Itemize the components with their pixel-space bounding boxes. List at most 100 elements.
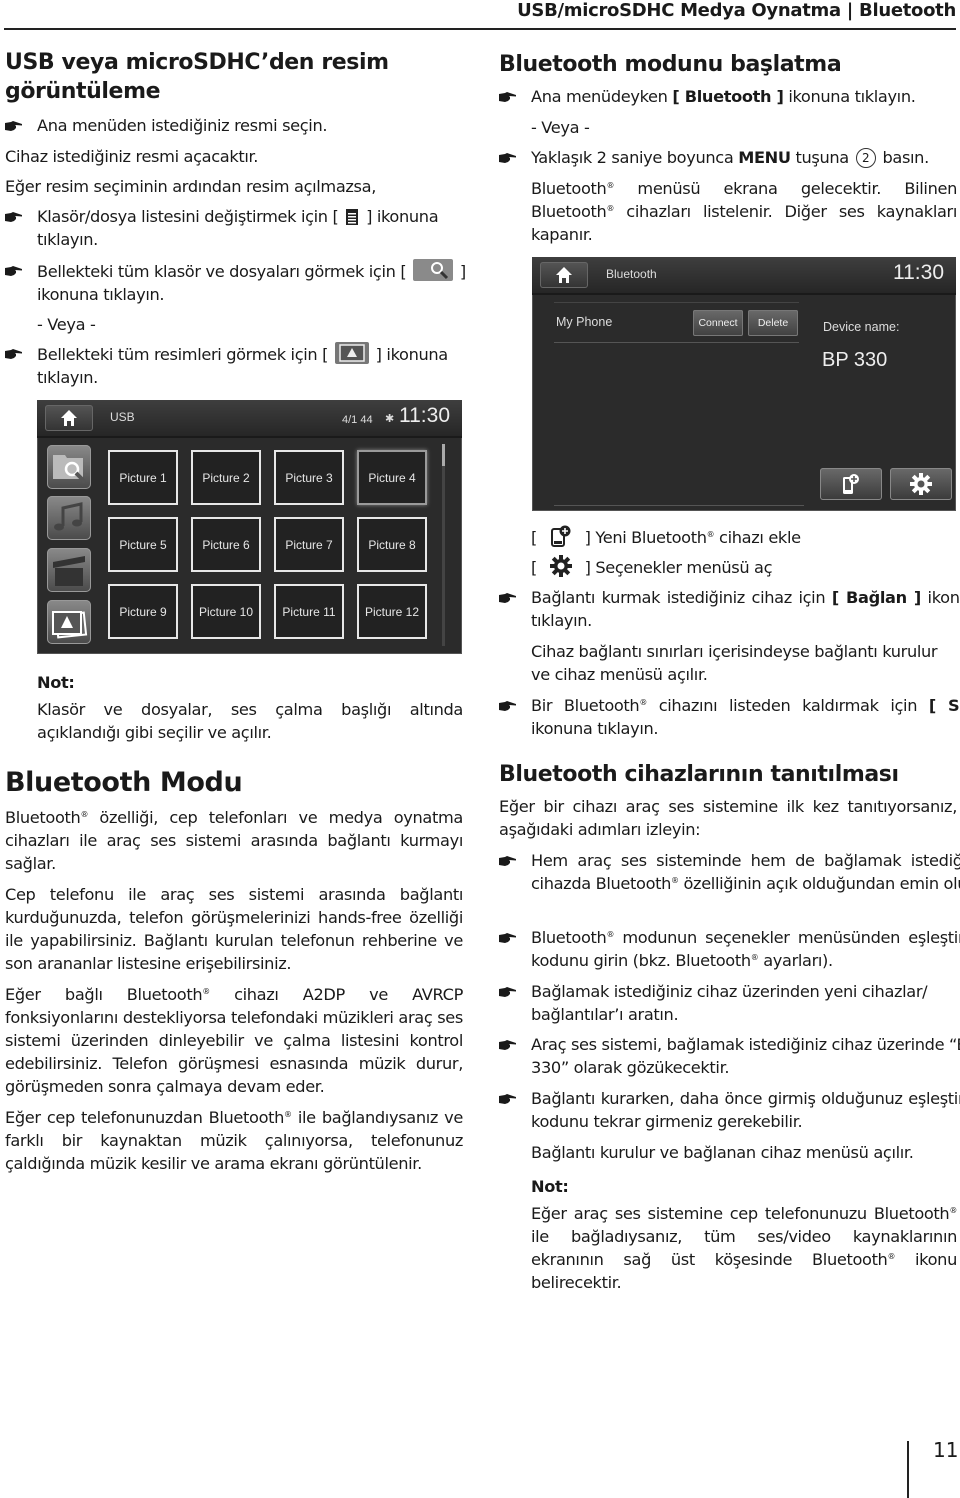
folder-search-icon xyxy=(53,455,87,484)
add-phone-icon xyxy=(843,474,859,494)
pointing-hand-icon xyxy=(499,1094,517,1104)
text: cihazı ekle xyxy=(714,528,801,547)
connect-button[interactable]: Connect xyxy=(693,310,743,336)
step-connect: Bağlantı kurmak istediğiniz cihaz için [… xyxy=(499,586,960,632)
paired-device-name[interactable]: My Phone xyxy=(556,315,612,329)
picture-thumbnail[interactable]: Picture 12 xyxy=(357,584,427,639)
text: ikonuna tıklayın. xyxy=(531,719,659,738)
scrollbar-track[interactable] xyxy=(442,466,445,646)
pictures-button[interactable] xyxy=(47,600,91,644)
text: Bir Bluetooth xyxy=(531,696,640,715)
heading-line: USB veya microSDHC’den resim xyxy=(5,50,389,75)
text: Bluetooth xyxy=(531,928,607,947)
add-phone-icon xyxy=(550,525,571,547)
pointing-hand-icon xyxy=(5,121,23,131)
text: Ana menüdeyken xyxy=(531,87,673,106)
delete-button-ref: [ Sil ] xyxy=(928,696,960,715)
clock: 11:30 xyxy=(893,261,944,284)
paragraph: Bluetooth® özelliği, cep telefonları ve … xyxy=(5,806,463,875)
paragraph: Eğer bağlı Bluetooth® cihazı A2DP ve AVR… xyxy=(5,983,463,1098)
pointing-hand-icon xyxy=(499,1040,517,1050)
picture-thumbnail[interactable]: Picture 5 xyxy=(108,517,178,572)
paragraph: Eğer bir cihazı araç ses sistemine ilk k… xyxy=(499,797,957,839)
picture-thumbnail[interactable]: Picture 9 xyxy=(108,584,178,639)
registered-mark: ® xyxy=(671,876,679,885)
video-button[interactable] xyxy=(47,548,91,592)
connect-button-ref: [ Bağlan ] xyxy=(831,588,921,607)
paragraph: Bağlantı kurulur ve bağlanan cihaz menüs… xyxy=(531,1143,914,1162)
step-text: ] ikonuna xyxy=(375,345,449,364)
delete-button[interactable]: Delete xyxy=(748,310,798,336)
picture-thumbnail[interactable]: Picture 7 xyxy=(274,517,344,572)
step-folder-list: Klasör/dosya listesini değiştirmek için … xyxy=(5,205,495,251)
folder-search-button[interactable] xyxy=(47,445,91,489)
note-text: Eğer araç ses sistemine cep telefonunuzu… xyxy=(531,1202,957,1294)
registered-mark: ® xyxy=(639,698,648,707)
pointing-hand-icon xyxy=(499,933,517,943)
or-separator: - Veya - xyxy=(531,118,590,137)
bluetooth-menu-screenshot: Bluetooth 11:30 My Phone Connect Delete … xyxy=(532,257,956,511)
step-text: Klasör/dosya listesini değiştirmek için … xyxy=(37,207,339,226)
home-button[interactable] xyxy=(540,262,588,288)
file-list-icon[interactable] xyxy=(345,208,359,226)
paragraph: Cihaz bağlantı sınırları içerisindeyse b… xyxy=(531,642,938,684)
device-name-value: BP 330 xyxy=(822,349,888,371)
paragraph: Cep telefonu ile araç ses sistemi arasın… xyxy=(5,885,463,973)
folder-search-icon[interactable] xyxy=(413,259,454,281)
picture-thumbnail[interactable]: Picture 1 xyxy=(108,450,178,505)
step-bluetooth-icon: Ana menüdeyken [ Bluetooth ] ikonuna tık… xyxy=(499,85,960,108)
step-text: Bellekteki tüm klasör ve dosyaları görme… xyxy=(37,262,407,281)
scrollbar-thumb[interactable] xyxy=(442,444,445,466)
picture-thumbnail[interactable]: Picture 6 xyxy=(191,517,261,572)
music-button[interactable] xyxy=(47,496,91,540)
picture-thumbnail[interactable]: Picture 11 xyxy=(274,584,344,639)
text: Bağlantı kurmak istediğiniz cihaz için xyxy=(531,588,832,607)
picture-thumbnail[interactable]: Picture 3 xyxy=(274,450,344,505)
registered-mark: ® xyxy=(284,1110,292,1119)
registered-mark: ® xyxy=(80,810,89,819)
registered-mark: ® xyxy=(202,987,210,996)
add-device-button[interactable] xyxy=(820,468,882,500)
step-select-picture: Ana menüden istediğiniz resmi seçin. xyxy=(5,114,495,137)
step-text: Ana menüden istediğiniz resmi seçin. xyxy=(37,116,328,135)
running-header: USB/microSDHC Medya Oynatma | Bluetooth xyxy=(517,0,956,21)
pointing-hand-icon xyxy=(499,856,517,866)
pictures-icon[interactable] xyxy=(334,342,369,364)
step-text: ] xyxy=(459,262,466,281)
list-divider xyxy=(554,342,799,343)
registered-mark: ® xyxy=(606,930,615,939)
pictures-icon xyxy=(52,611,88,639)
section-heading-pairing: Bluetooth cihazlarının tanıtılması xyxy=(499,762,899,787)
step-all-pictures: Bellekteki tüm resimleri görmek için [ ]… xyxy=(5,342,495,389)
pointing-hand-icon xyxy=(5,266,23,276)
options-button[interactable] xyxy=(890,468,952,500)
text: Bluetooth xyxy=(5,808,81,827)
paragraph: Eğer cep telefonunuzdan Bluetooth® ile b… xyxy=(5,1106,463,1175)
picture-thumbnail[interactable]: Picture 10 xyxy=(191,584,261,639)
legend-add-device: [ ] Yeni Bluetooth® cihazı ekle xyxy=(531,525,801,549)
step-text: tıklayın. xyxy=(37,230,98,249)
registered-mark: ® xyxy=(887,1252,896,1261)
text: Araç ses sistemi, bağlamak istediğiniz c… xyxy=(531,1035,960,1077)
paragraph: Cihaz istediğiniz resmi açacaktır. xyxy=(5,147,259,166)
pairing-step: Hem araç ses sisteminde hem de bağlamak … xyxy=(499,849,960,895)
bluetooth-button-ref: [ Bluetooth ] xyxy=(672,87,784,106)
picture-thumbnail[interactable]: Picture 4 xyxy=(357,450,427,505)
picture-thumbnail[interactable]: Picture 8 xyxy=(357,517,427,572)
text: Eğer bağlı Bluetooth xyxy=(5,985,203,1004)
section-heading-bluetooth-mode: Bluetooth Modu xyxy=(5,767,243,798)
text: Bağlamak istediğiniz cihaz üzerinden yen… xyxy=(531,982,928,1024)
video-clapper-icon xyxy=(53,556,85,586)
home-button[interactable] xyxy=(45,405,93,431)
step-delete: Bir Bluetooth® cihazını listeden kaldırm… xyxy=(499,694,960,740)
picture-thumbnail[interactable]: Picture 2 xyxy=(191,450,261,505)
page-number-rule xyxy=(907,1441,909,1498)
note-label: Not: xyxy=(37,673,75,692)
text: ile bağladıysanız, tüm ses/video kaynakl… xyxy=(531,1227,957,1269)
pairing-step: Bağlamak istediğiniz cihaz üzerinden yen… xyxy=(499,980,960,1026)
heading-line: görüntüleme xyxy=(5,79,161,104)
pointing-hand-icon xyxy=(499,701,517,711)
pointing-hand-icon xyxy=(5,349,23,359)
gear-icon xyxy=(549,555,572,577)
screen-top-bar: USB 4/1 44 ✱ 11:30 xyxy=(37,400,462,438)
